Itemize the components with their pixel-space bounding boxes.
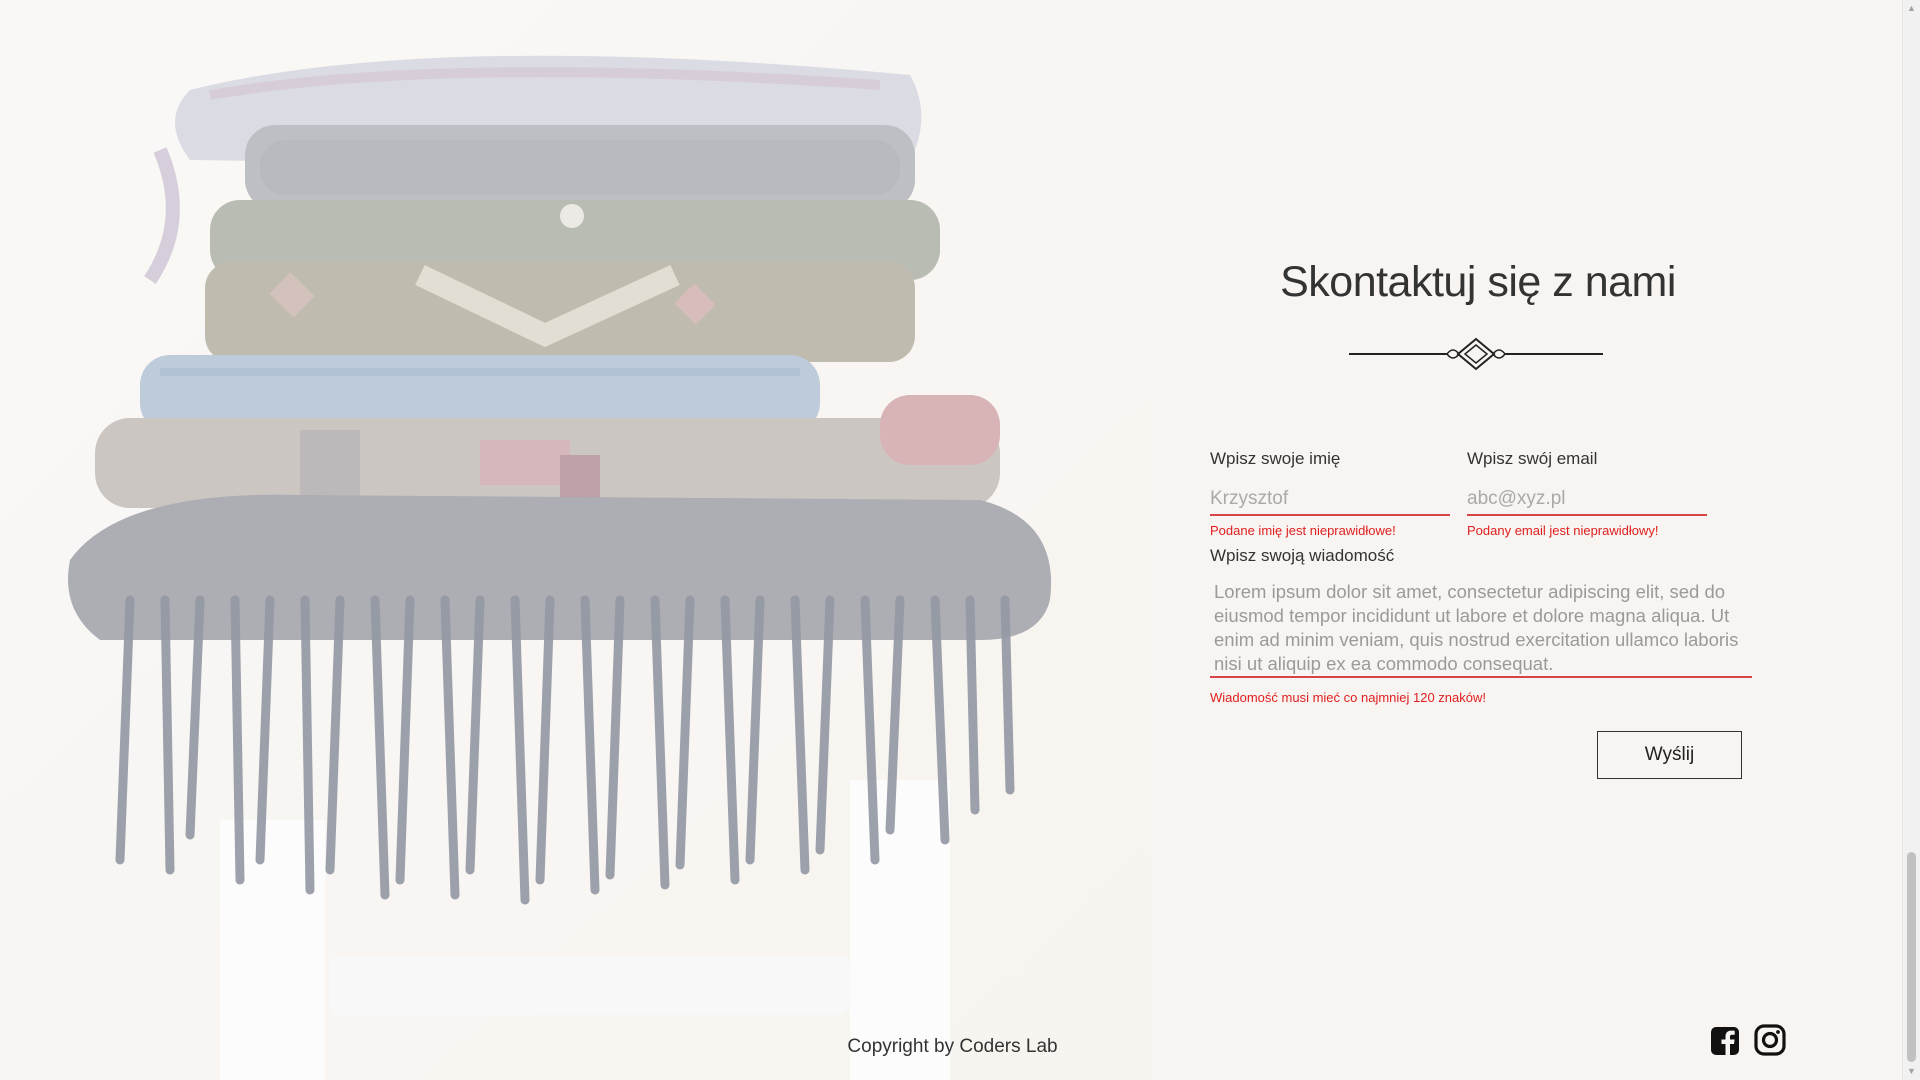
name-error-message: Podane imię jest nieprawidłowe! <box>1210 523 1396 538</box>
name-label: Wpisz swoje imię <box>1210 449 1341 468</box>
page-scrollbar[interactable]: ▲ ▼ <box>1902 0 1920 1080</box>
copyright-text: Copyright by Coders Lab <box>847 1036 1058 1057</box>
name-input[interactable] <box>1210 488 1450 516</box>
email-error-message: Podany email jest nieprawidłowy! <box>1467 523 1659 538</box>
email-input[interactable] <box>1467 488 1707 516</box>
send-button[interactable]: Wyślij <box>1597 731 1742 779</box>
message-textarea[interactable]: Lorem ipsum dolor sit amet, consectetur … <box>1210 580 1752 678</box>
ornament-divider-icon <box>1349 337 1603 371</box>
facebook-icon <box>1711 1027 1739 1055</box>
facebook-link[interactable] <box>1710 1026 1740 1056</box>
scrollbar-thumb[interactable] <box>1907 852 1916 1062</box>
scroll-up-arrow-icon[interactable]: ▲ <box>1903 0 1920 17</box>
contact-title: Skontaktuj się z nami <box>1280 258 1676 306</box>
instagram-icon <box>1754 1024 1786 1056</box>
message-error-message: Wiadomość musi mieć co najmniej 120 znak… <box>1210 690 1486 705</box>
instagram-link[interactable] <box>1754 1024 1786 1056</box>
hero-background-image <box>0 0 1150 1080</box>
scroll-down-arrow-icon[interactable]: ▼ <box>1903 1063 1920 1080</box>
message-label: Wpisz swoją wiadomość <box>1210 546 1395 565</box>
email-label: Wpisz swój email <box>1467 449 1598 468</box>
